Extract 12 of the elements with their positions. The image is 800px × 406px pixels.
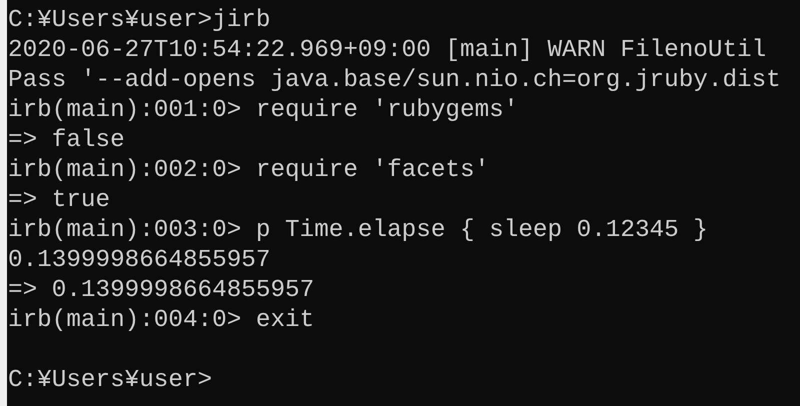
command-prompt: C:¥Users¥user> bbox=[8, 366, 214, 396]
terminal-line: irb(main):002:0> require 'facets' bbox=[8, 156, 490, 186]
terminal-line: 0.1399998664855957 bbox=[8, 246, 272, 276]
terminal-line: 2020-06-27T10:54:22.969+09:00 [main] WARN FilenoUtil bbox=[8, 36, 768, 66]
terminal-line: => 0.1399998664855957 bbox=[8, 276, 316, 306]
terminal-line: => false bbox=[8, 126, 126, 156]
terminal-line: irb(main):004:0> exit bbox=[8, 306, 316, 336]
terminal-line: => true bbox=[8, 186, 112, 216]
terminal-line: irb(main):001:0> require 'rubygems' bbox=[8, 96, 520, 126]
terminal-line: Pass '--add-opens java.base/sun.nio.ch=org.jruby.dist bbox=[8, 66, 782, 96]
terminal-line: C:¥Users¥user>jirb bbox=[8, 6, 272, 36]
terminal-line: irb(main):003:0> p Time.elapse { sleep 0.12345 } bbox=[8, 216, 709, 246]
